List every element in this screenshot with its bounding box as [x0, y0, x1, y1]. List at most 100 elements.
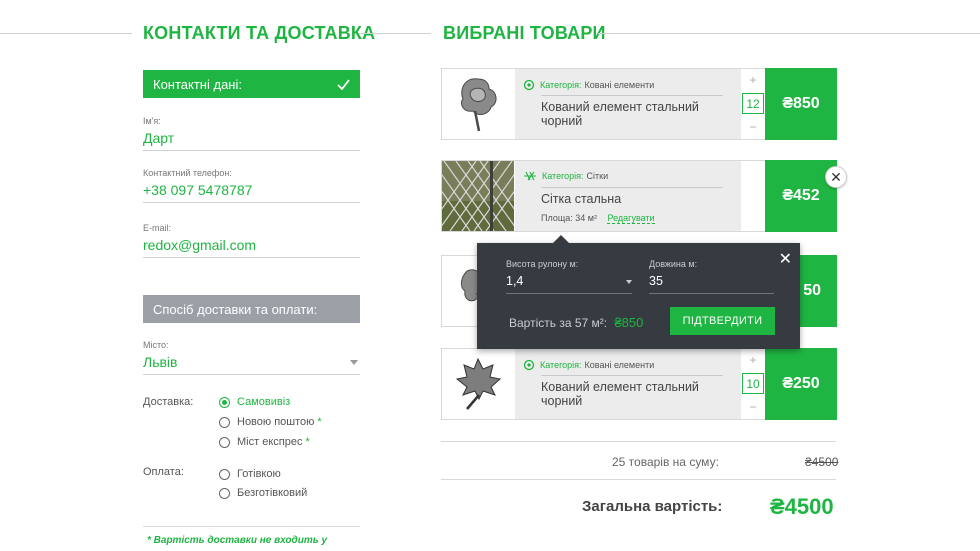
phone-field[interactable]: Контактний телефон: +38 097 5478787 [143, 168, 360, 203]
mesh-size-popup: ✕ Висота рулону м: 1,4 Довжина м: 35 Вар… [477, 235, 800, 349]
roll-height-select[interactable]: 1,4 [506, 274, 632, 294]
length-input[interactable]: 35 [649, 274, 774, 294]
product-image [442, 161, 514, 231]
product-category: Категорія: Ковані елементи [523, 359, 654, 371]
cost-value: ₴850 [614, 315, 644, 330]
category-value: Ковані елементи [584, 360, 655, 370]
email-input[interactable]: redox@gmail.com [143, 237, 360, 258]
total-value: ₴4500 [770, 494, 834, 519]
total-label: Загальна вартість: [582, 498, 723, 515]
delivery-label: Доставка: [143, 396, 194, 408]
category-value: Сітки [586, 171, 609, 181]
quantity-input[interactable]: 10 [742, 373, 764, 394]
rose-icon [460, 78, 497, 132]
product-info: Категорія: Ковані елементи Кований елеме… [515, 349, 741, 419]
payment-option-label: Готівкою [237, 468, 281, 480]
cost-summary: Вартість за 57 м²: ₴850 [509, 315, 643, 330]
delivery-section-header[interactable]: Спосіб доставки та оплати: [143, 295, 360, 323]
product-price-partial: 50 [803, 282, 821, 299]
city-value: Львів [143, 354, 178, 370]
area-value: 34 м² [575, 213, 597, 223]
area-label: Площа: [541, 213, 573, 223]
phone-input[interactable]: +38 097 5478787 [143, 182, 360, 203]
contact-section-header[interactable]: Контактні дані: [143, 70, 360, 98]
header-rule-left [0, 33, 132, 34]
product-name: Сітка стальна [541, 192, 622, 206]
name-input[interactable]: Дарт [143, 130, 360, 151]
city-select[interactable]: Львів [143, 354, 360, 375]
radio-icon[interactable] [219, 468, 230, 480]
quantity-stepper: + 12 − [741, 69, 765, 139]
quantity-input[interactable]: 12 [742, 93, 764, 114]
phone-label: Контактний телефон: [143, 168, 232, 178]
plus-button[interactable]: + [741, 353, 765, 367]
delivery-option-label: Міст експрес [237, 436, 303, 448]
radio-icon[interactable] [219, 416, 230, 428]
radio-icon[interactable] [219, 436, 230, 448]
product-card: Категорія: Ковані елементи Кований елеме… [441, 68, 837, 140]
items-sum-label: 25 товарів на суму: [612, 455, 719, 469]
payment-option-cash[interactable]: Готівкою [219, 468, 281, 480]
product-card: Категорія: Ковані елементи Кований елеме… [441, 348, 837, 420]
city-field[interactable]: Місто: Львів [143, 340, 360, 375]
category-prefix: Категорія: [540, 80, 582, 90]
product-area: Площа: 34 м² Редагувати [541, 213, 655, 224]
quantity-stepper: + 10 − [741, 349, 765, 419]
contacts-title: КОНТАКТИ ТА ДОСТАВКА [143, 23, 376, 43]
cost-label: Вартість за 57 м²: [509, 316, 608, 330]
radio-selected-icon[interactable] [219, 396, 230, 408]
selected-goods-title: ВИБРАНІ ТОВАРИ [443, 23, 606, 43]
product-image [442, 349, 514, 419]
divider [541, 95, 723, 96]
chevron-down-icon[interactable] [350, 360, 358, 365]
divider [143, 526, 360, 527]
email-label: E-mail: [143, 223, 172, 233]
plus-button[interactable]: + [741, 73, 765, 87]
roll-height-label: Висота рулону м: [506, 259, 579, 269]
product-price: ₴250 [765, 348, 837, 420]
product-category: Категорія: Ковані елементи [523, 79, 654, 91]
confirm-button[interactable]: ПІДТВЕРДИТИ [670, 307, 775, 335]
payment-option-cashless[interactable]: Безготівковий [219, 487, 307, 499]
payment-label: Оплата: [143, 466, 184, 478]
maple-leaf-icon [455, 357, 502, 410]
delivery-option-mist-express[interactable]: Міст експрес * [219, 436, 310, 448]
product-info: Категорія: Сітки Сітка стальна Площа: 34… [515, 161, 741, 231]
close-icon[interactable]: ✕ [779, 249, 792, 269]
product-price: ₴850 [765, 68, 837, 140]
gear-flower-icon [523, 359, 535, 371]
divider [441, 479, 836, 480]
header-rule-right [598, 33, 980, 34]
items-sum-value: ₴4500 [805, 455, 839, 469]
mesh-icon [442, 161, 514, 231]
gear-flower-icon [523, 79, 535, 91]
delivery-cost-note: * Вартість доставки не входить у [147, 535, 327, 546]
minus-button[interactable]: − [741, 400, 765, 414]
product-name: Кований елемент стальний чорний [541, 380, 699, 408]
name-label: Ім'я: [143, 116, 161, 126]
name-field[interactable]: Ім'я: Дарт [143, 116, 360, 151]
delivery-option-label: Самовивіз [237, 396, 291, 408]
category-prefix: Категорія: [542, 171, 584, 181]
product-image [442, 69, 514, 139]
email-field[interactable]: E-mail: redox@gmail.com [143, 223, 360, 258]
delivery-option-pickup[interactable]: Самовивіз [219, 396, 290, 408]
roll-height-value: 1,4 [506, 274, 524, 288]
checkmark-icon [337, 78, 350, 90]
divider [541, 375, 723, 376]
product-card: Категорія: Сітки Сітка стальна Площа: 34… [441, 160, 837, 232]
delivery-option-nova-poshta[interactable]: Новою поштою * [219, 416, 322, 428]
divider [541, 187, 723, 188]
minus-button[interactable]: − [741, 120, 765, 134]
remove-item-button[interactable]: ✕ [825, 166, 847, 188]
city-label: Місто: [143, 340, 169, 350]
contact-section-label: Контактні дані: [153, 76, 242, 92]
delivery-option-label: Новою поштою [237, 416, 315, 428]
divider [441, 441, 836, 442]
asterisk-mark: * [317, 416, 322, 428]
chevron-down-icon[interactable] [626, 280, 632, 284]
product-info: Категорія: Ковані елементи Кований елеме… [515, 69, 741, 139]
radio-icon[interactable] [219, 487, 230, 499]
edit-link[interactable]: Редагувати [607, 213, 655, 224]
product-category: Категорія: Сітки [523, 171, 608, 181]
